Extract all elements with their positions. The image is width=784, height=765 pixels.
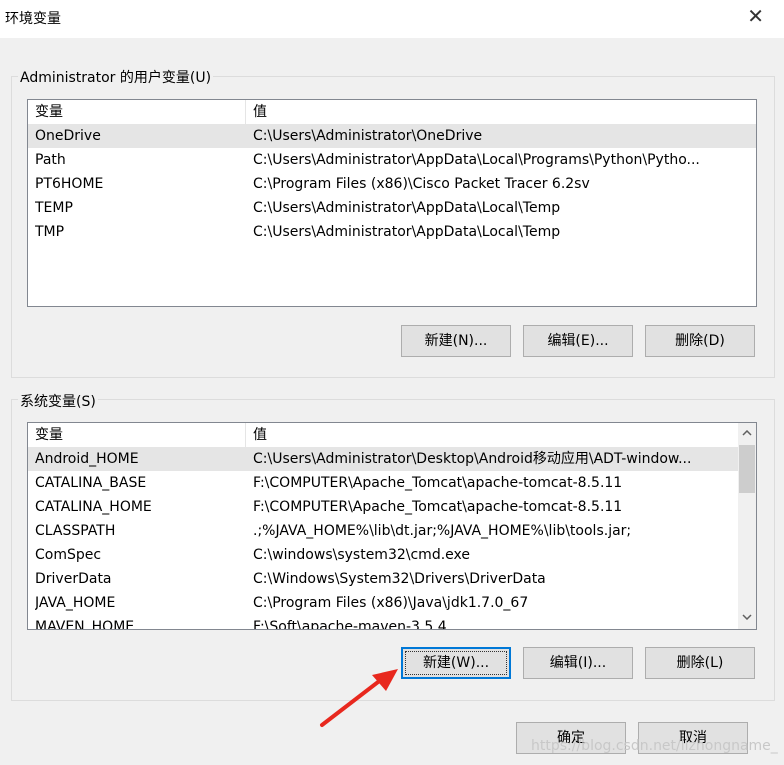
system-variables-list[interactable]: 变量 值 Android_HOME C:\Users\Administrator… bbox=[27, 422, 757, 630]
user-list-header: 变量 值 bbox=[28, 100, 756, 124]
variable-name: JAVA_HOME bbox=[35, 595, 116, 611]
title-bar: 环境变量 ✕ bbox=[0, 0, 784, 38]
variable-name: MAVEN_HOME bbox=[35, 619, 135, 630]
variable-value: C:\windows\system32\cmd.exe bbox=[253, 547, 470, 563]
user-new-button[interactable]: 新建(N)... bbox=[401, 325, 511, 357]
user-variables-list[interactable]: 变量 值 OneDrive C:\Users\Administrator\One… bbox=[27, 99, 757, 307]
table-row[interactable]: Android_HOME C:\Users\Administrator\Desk… bbox=[28, 447, 738, 471]
system-edit-button[interactable]: 编辑(I)... bbox=[523, 647, 633, 679]
system-list-scrollbar[interactable] bbox=[738, 423, 756, 629]
variable-value: C:\Program Files (x86)\Java\jdk1.7.0_67 bbox=[253, 595, 529, 611]
variable-name: PT6HOME bbox=[35, 176, 104, 192]
variable-value: F:\Soft\apache-maven-3.5.4 bbox=[253, 619, 447, 630]
variable-name: TEMP bbox=[35, 200, 73, 216]
close-icon[interactable]: ✕ bbox=[747, 4, 764, 28]
table-row[interactable]: CATALINA_BASE F:\COMPUTER\Apache_Tomcat\… bbox=[28, 471, 738, 495]
variable-name: TMP bbox=[35, 224, 65, 240]
table-row[interactable]: PT6HOME C:\Program Files (x86)\Cisco Pac… bbox=[28, 172, 756, 196]
variable-name: ComSpec bbox=[35, 547, 102, 563]
user-delete-button[interactable]: 删除(D) bbox=[645, 325, 755, 357]
table-row[interactable]: Path C:\Users\Administrator\AppData\Loca… bbox=[28, 148, 756, 172]
variable-value: F:\COMPUTER\Apache_Tomcat\apache-tomcat-… bbox=[253, 499, 623, 515]
scrollbar-thumb[interactable] bbox=[739, 445, 755, 493]
column-header-value[interactable]: 值 bbox=[246, 423, 738, 447]
table-row[interactable]: TEMP C:\Users\Administrator\AppData\Loca… bbox=[28, 196, 756, 220]
table-row[interactable]: CLASSPATH .;%JAVA_HOME%\lib\dt.jar;%JAVA… bbox=[28, 519, 738, 543]
window-title: 环境变量 bbox=[5, 11, 61, 27]
variable-value: C:\Users\Administrator\Desktop\Android移动… bbox=[253, 451, 692, 467]
table-row[interactable]: CATALINA_HOME F:\COMPUTER\Apache_Tomcat\… bbox=[28, 495, 738, 519]
variable-name: OneDrive bbox=[35, 128, 101, 144]
variable-value: C:\Users\Administrator\AppData\Local\Tem… bbox=[253, 224, 561, 240]
system-new-button[interactable]: 新建(W)... bbox=[401, 647, 511, 679]
system-variables-label: 系统变量(S) bbox=[18, 391, 98, 411]
variable-name: CLASSPATH bbox=[35, 523, 116, 539]
table-row[interactable]: JAVA_HOME C:\Program Files (x86)\Java\jd… bbox=[28, 591, 738, 615]
variable-value: F:\COMPUTER\Apache_Tomcat\apache-tomcat-… bbox=[253, 475, 623, 491]
variable-name: DriverData bbox=[35, 571, 112, 587]
table-row[interactable]: OneDrive C:\Users\Administrator\OneDrive bbox=[28, 124, 756, 148]
chevron-up-icon[interactable] bbox=[738, 425, 756, 443]
column-header-variable[interactable]: 变量 bbox=[28, 423, 246, 447]
variable-value: .;%JAVA_HOME%\lib\dt.jar;%JAVA_HOME%\lib… bbox=[253, 523, 632, 539]
variable-name: Path bbox=[35, 152, 66, 168]
table-row[interactable]: TMP C:\Users\Administrator\AppData\Local… bbox=[28, 220, 756, 244]
system-delete-button[interactable]: 删除(L) bbox=[645, 647, 755, 679]
table-row[interactable]: ComSpec C:\windows\system32\cmd.exe bbox=[28, 543, 738, 567]
system-list-header: 变量 值 bbox=[28, 423, 738, 447]
chevron-down-icon[interactable] bbox=[738, 609, 756, 627]
table-row[interactable]: MAVEN_HOME F:\Soft\apache-maven-3.5.4 bbox=[28, 615, 738, 630]
variable-name: CATALINA_BASE bbox=[35, 475, 147, 491]
watermark: https://blog.csdn.net/lizhongname_ bbox=[531, 738, 778, 754]
variable-value: C:\Program Files (x86)\Cisco Packet Trac… bbox=[253, 176, 590, 192]
column-header-variable[interactable]: 变量 bbox=[28, 100, 246, 124]
variable-name: CATALINA_HOME bbox=[35, 499, 152, 515]
user-variables-label: Administrator 的用户变量(U) bbox=[18, 67, 214, 87]
table-row[interactable]: DriverData C:\Windows\System32\Drivers\D… bbox=[28, 567, 738, 591]
column-header-value[interactable]: 值 bbox=[246, 100, 756, 124]
variable-name: Android_HOME bbox=[35, 451, 139, 467]
user-edit-button[interactable]: 编辑(E)... bbox=[523, 325, 633, 357]
variable-value: C:\Users\Administrator\AppData\Local\Tem… bbox=[253, 200, 561, 216]
variable-value: C:\Users\Administrator\OneDrive bbox=[253, 128, 483, 144]
variable-value: C:\Users\Administrator\AppData\Local\Pro… bbox=[253, 152, 700, 168]
annotation-arrow-icon bbox=[320, 669, 398, 727]
variable-value: C:\Windows\System32\Drivers\DriverData bbox=[253, 571, 546, 587]
